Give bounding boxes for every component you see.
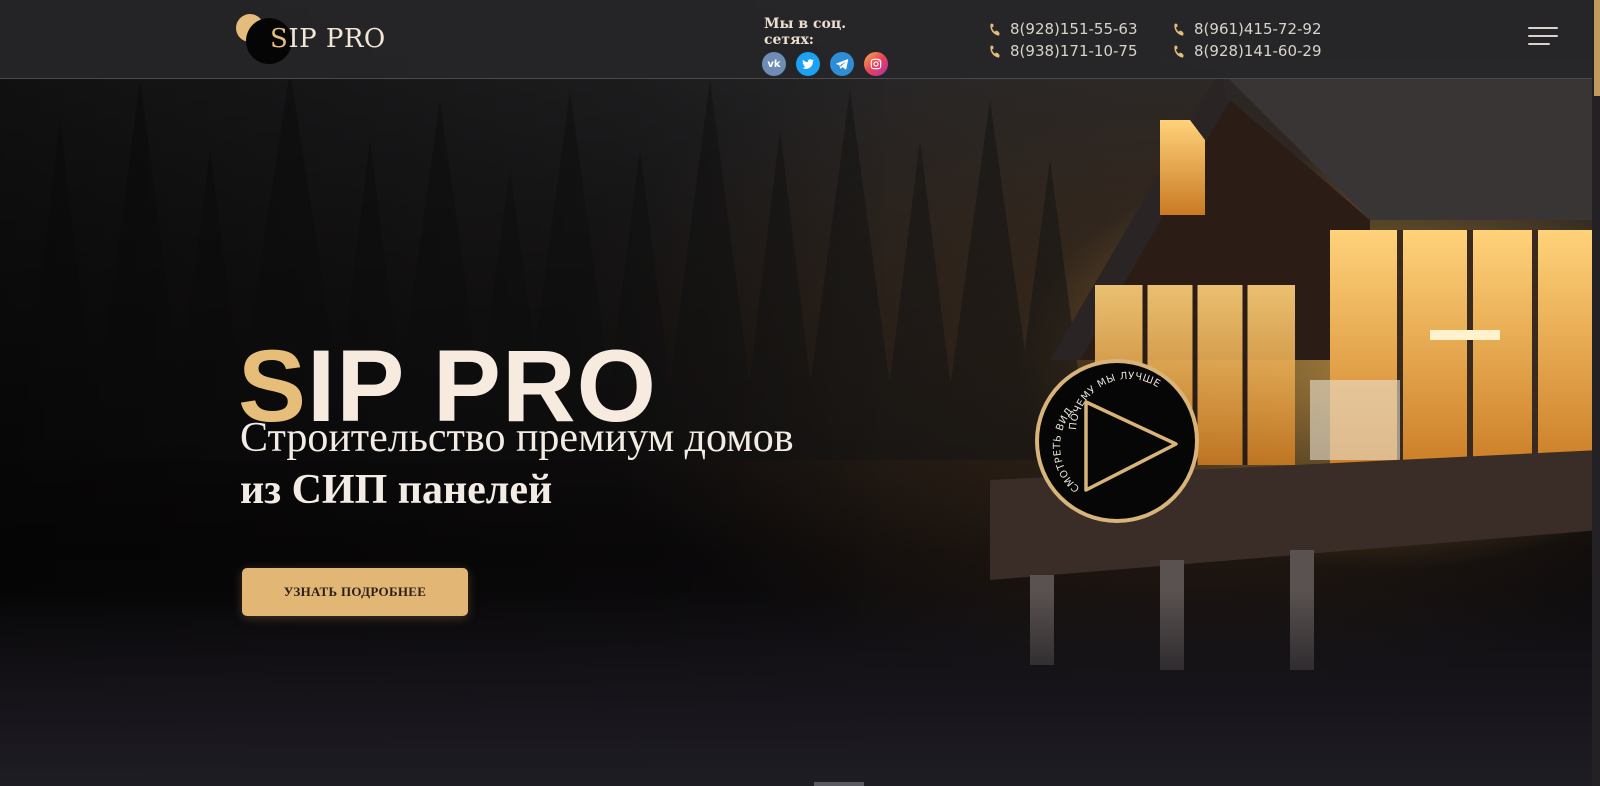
bottom-fade-overlay xyxy=(0,590,1600,786)
scrollbar-thumb[interactable] xyxy=(1594,0,1600,96)
phone-icon xyxy=(1174,45,1184,58)
social-block: Мы в соц. сетях: vk xyxy=(750,16,900,76)
phone-icon xyxy=(1174,23,1184,36)
phone-icon xyxy=(990,23,1000,36)
phone-link[interactable]: 8(938)171-10-75 xyxy=(988,42,1156,60)
phone-number: 8(928)151-55-63 xyxy=(1010,20,1138,38)
scroll-indicator xyxy=(814,782,864,786)
phone-link[interactable]: 8(928)141-60-29 xyxy=(1172,42,1340,60)
phone-number: 8(938)171-10-75 xyxy=(1010,42,1138,60)
hero-subtitle-line2: из СИП панелей xyxy=(240,467,553,513)
social-title: Мы в соц. сетях: xyxy=(764,16,847,48)
phone-number: 8(961)415-72-92 xyxy=(1194,20,1322,38)
phone-number: 8(928)141-60-29 xyxy=(1194,42,1322,60)
page-scrollbar[interactable] xyxy=(1592,0,1600,786)
instagram-icon[interactable] xyxy=(864,52,888,76)
hero-subtitle-line1: Строительство премиум домов xyxy=(240,415,794,461)
telegram-icon[interactable] xyxy=(830,52,854,76)
learn-more-button[interactable]: УЗНАТЬ ПОДРОБНЕЕ xyxy=(242,568,468,616)
twitter-icon[interactable] xyxy=(796,52,820,76)
hero-subtitle: Строительство премиум домов из СИП панел… xyxy=(240,412,794,516)
logo-text-rest: IP PRO xyxy=(288,24,386,54)
logo-text-accent: S xyxy=(270,24,289,54)
hamburger-menu-icon[interactable] xyxy=(1528,27,1558,47)
video-badge-graphic: ПОЧЕМУ МЫ ЛУЧШЕ СМОТРЕТЬ ВИДЕО xyxy=(1030,350,1199,523)
phone-icon xyxy=(990,45,1000,58)
social-icons: vk xyxy=(750,52,900,76)
phone-link[interactable]: 8(928)151-55-63 xyxy=(988,20,1156,38)
phone-row: 8(928)151-55-63 8(961)415-72-92 xyxy=(988,18,1348,40)
logo[interactable]: SIP PRO xyxy=(236,14,396,66)
site-header: SIP PRO Мы в соц. сетях: vk 8(928)151-55… xyxy=(0,0,1600,79)
watch-video-button[interactable]: ПОЧЕМУ МЫ ЛУЧШЕ СМОТРЕТЬ ВИДЕО xyxy=(1030,350,1200,524)
phone-list: 8(928)151-55-63 8(961)415-72-92 8(938)17… xyxy=(988,18,1348,62)
phone-link[interactable]: 8(961)415-72-92 xyxy=(1172,20,1340,38)
phone-row: 8(938)171-10-75 8(928)141-60-29 xyxy=(988,40,1348,62)
logo-text: SIP PRO xyxy=(270,24,386,54)
vk-icon[interactable]: vk xyxy=(762,52,786,76)
